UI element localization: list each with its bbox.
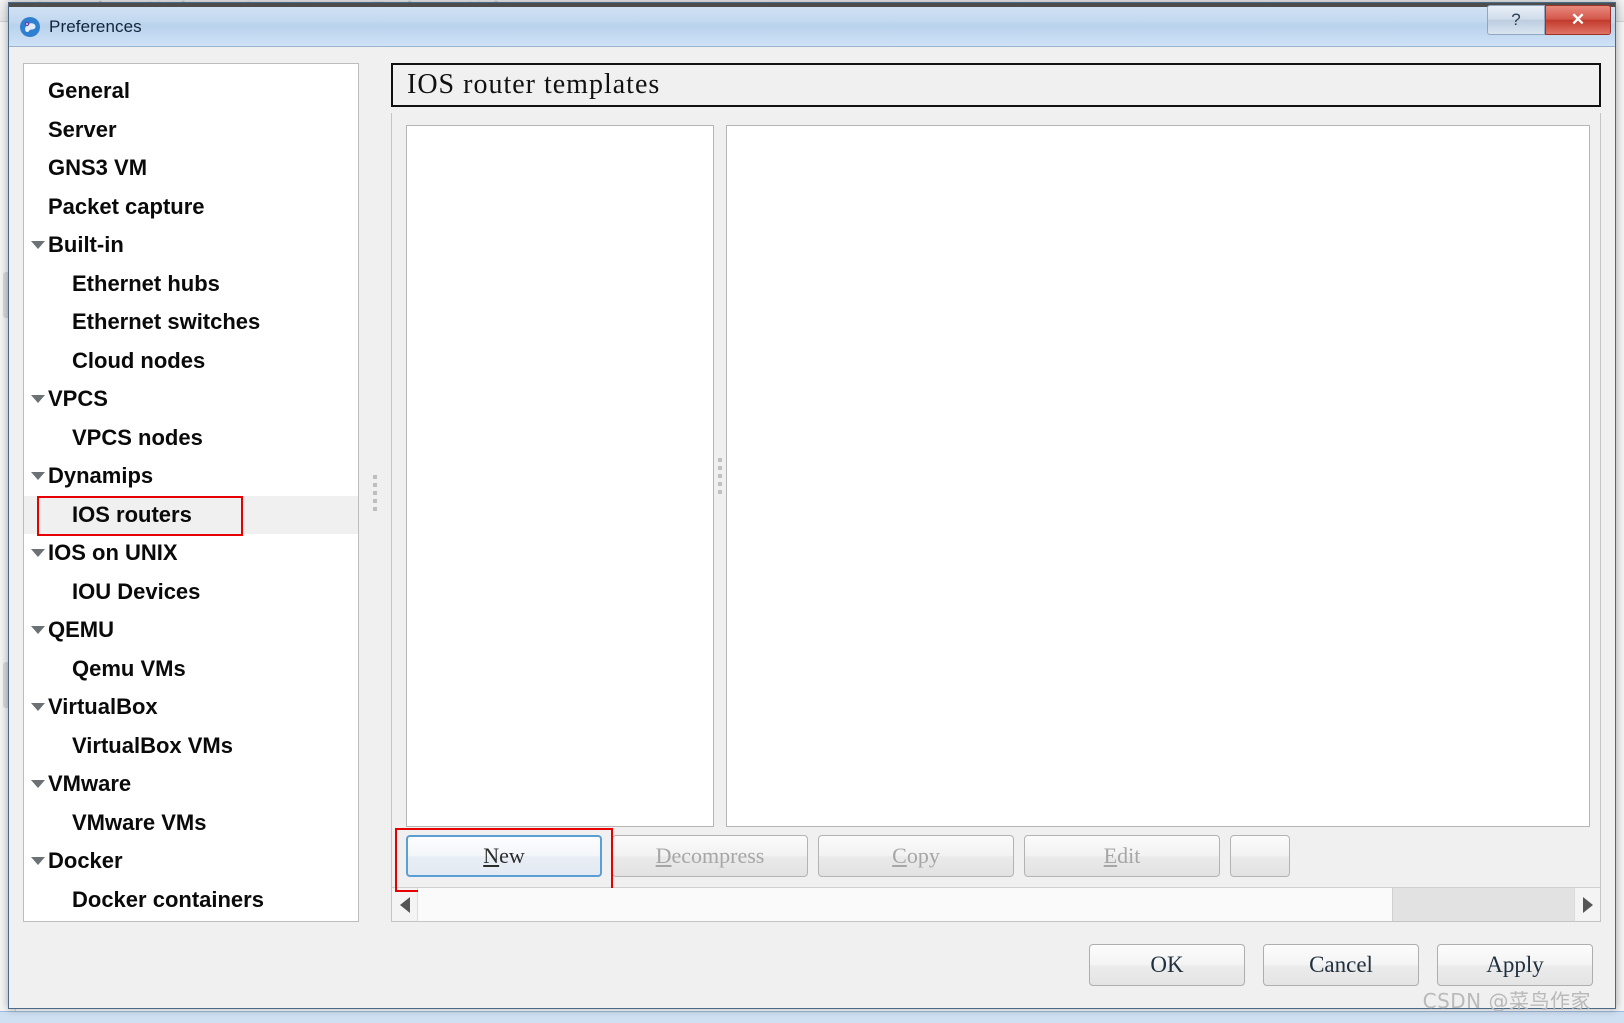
- preferences-category-tree[interactable]: General Server GNS3 VM Packet capture Built-…: [23, 63, 359, 922]
- scroll-left-button[interactable]: [392, 888, 418, 921]
- splitter-grip-icon: [373, 474, 377, 511]
- chevron-down-icon[interactable]: [28, 703, 48, 712]
- window-controls: ? ✕: [1487, 5, 1611, 35]
- button-label: Decompress: [655, 843, 765, 868]
- sidebar-item-label: Built-in: [48, 232, 124, 258]
- splitter-grip-icon: [718, 458, 722, 494]
- ok-button[interactable]: OK: [1089, 944, 1245, 986]
- main-panel: IOS router templates New Decompress Copy: [391, 63, 1601, 922]
- sidebar-item-docker-containers[interactable]: Docker containers: [24, 881, 358, 920]
- edit-button[interactable]: Edit: [1024, 835, 1220, 877]
- sidebar-splitter[interactable]: [369, 63, 381, 922]
- sidebar-item-vmware-vms[interactable]: VMware VMs: [24, 804, 358, 843]
- sidebar-item-label: GNS3 VM: [48, 155, 148, 181]
- sidebar-item-packet-capture[interactable]: Packet capture: [24, 188, 358, 227]
- panes-splitter[interactable]: [714, 125, 726, 827]
- sidebar-item-vpcs-nodes[interactable]: VPCS nodes: [24, 419, 358, 458]
- sidebar-item-label: VMware: [48, 771, 132, 797]
- sidebar-item-built-in[interactable]: Built-in: [24, 226, 358, 265]
- page-title: IOS router templates: [391, 63, 1601, 107]
- sidebar-item-label: Cloud nodes: [72, 347, 206, 373]
- sidebar-item-dynamips[interactable]: Dynamips: [24, 457, 358, 496]
- arrow-right-icon: [1582, 896, 1593, 913]
- sidebar-item-gns3-vm[interactable]: GNS3 VM: [24, 149, 358, 188]
- sidebar-item-label: VPCS: [48, 386, 108, 412]
- chevron-down-icon[interactable]: [28, 857, 48, 866]
- decompress-button[interactable]: Decompress: [612, 835, 808, 877]
- sidebar-item-label: VirtualBox: [48, 694, 158, 720]
- template-details-right[interactable]: [726, 125, 1590, 827]
- sidebar-item-label: Ethernet switches: [72, 309, 261, 335]
- button-label: Copy: [892, 843, 940, 868]
- scrollbar-track[interactable]: [418, 888, 1574, 921]
- sidebar-item-virtualbox[interactable]: VirtualBox: [24, 688, 358, 727]
- sidebar-item-qemu-vms[interactable]: Qemu VMs: [24, 650, 358, 689]
- chevron-down-icon[interactable]: [28, 241, 48, 250]
- chevron-down-icon[interactable]: [28, 395, 48, 404]
- sidebar-item-label: Qemu VMs: [72, 655, 186, 681]
- button-label: New: [483, 843, 525, 868]
- apply-button[interactable]: Apply: [1437, 944, 1593, 986]
- templates-panel: New Decompress Copy Edit: [391, 113, 1601, 922]
- sidebar-item-label: Packet capture: [48, 193, 205, 219]
- sidebar-item-label: VirtualBox VMs: [72, 732, 233, 758]
- dialog-footer: OK Cancel Apply CSDN @菜鸟作家: [9, 922, 1615, 1013]
- sidebar-item-label: IOU Devices: [72, 578, 201, 604]
- dialog-title: Preferences: [49, 16, 142, 36]
- sidebar-item-label: QEMU: [48, 617, 114, 643]
- preferences-dialog: Preferences ? ✕ General Server GNS3 VM Pack…: [8, 2, 1616, 1013]
- templates-panes: [392, 113, 1600, 827]
- sidebar-item-label: Dynamips: [48, 463, 154, 489]
- sidebar-item-cloud-nodes[interactable]: Cloud nodes: [24, 342, 358, 381]
- chevron-down-icon[interactable]: [28, 472, 48, 481]
- chevron-down-icon[interactable]: [28, 780, 48, 789]
- sidebar-item-label: IOS on UNIX: [48, 540, 178, 566]
- sidebar-item-ethernet-switches[interactable]: Ethernet switches: [24, 303, 358, 342]
- sidebar-item-label: VMware VMs: [72, 809, 207, 835]
- dialog-body: General Server GNS3 VM Packet capture Built-…: [9, 47, 1615, 922]
- sidebar-item-docker[interactable]: Docker: [24, 842, 358, 881]
- sidebar-item-label: Docker: [48, 848, 123, 874]
- sidebar-item-general[interactable]: General: [24, 72, 358, 111]
- sidebar-item-ios-routers[interactable]: IOS routers: [24, 495, 358, 534]
- scrollbar-thumb[interactable]: [1392, 888, 1574, 921]
- cancel-button[interactable]: Cancel: [1263, 944, 1419, 986]
- scroll-right-button[interactable]: [1574, 888, 1600, 921]
- sidebar-item-iou-devices[interactable]: IOU Devices: [24, 573, 358, 612]
- sidebar-item-vmware[interactable]: VMware: [24, 765, 358, 804]
- horizontal-scrollbar[interactable]: [392, 887, 1600, 921]
- sidebar-item-label: IOS routers: [72, 501, 192, 527]
- copy-button[interactable]: Copy: [818, 835, 1014, 877]
- sidebar-item-vpcs[interactable]: VPCS: [24, 380, 358, 419]
- chevron-down-icon[interactable]: [28, 626, 48, 635]
- sidebar-item-label: Ethernet hubs: [72, 270, 220, 296]
- sidebar-item-virtualbox-vms[interactable]: VirtualBox VMs: [24, 727, 358, 766]
- close-button[interactable]: ✕: [1545, 5, 1611, 35]
- sidebar-item-label: General: [48, 78, 130, 104]
- sidebar-item-label: VPCS nodes: [72, 424, 203, 450]
- sidebar-item-label: Server: [48, 116, 117, 142]
- sidebar-item-ethernet-hubs[interactable]: Ethernet hubs: [24, 265, 358, 304]
- help-button[interactable]: ?: [1487, 5, 1545, 35]
- watermark-text: CSDN @菜鸟作家: [1422, 989, 1591, 1013]
- overflow-button[interactable]: [1230, 835, 1290, 877]
- sidebar-item-label: Docker containers: [72, 886, 264, 912]
- arrow-left-icon: [399, 896, 410, 913]
- new-button[interactable]: New: [406, 835, 602, 877]
- dialog-title-bar: Preferences ? ✕: [9, 3, 1615, 47]
- button-label: Edit: [1103, 843, 1141, 868]
- gns3-chameleon-icon: [19, 16, 41, 38]
- template-list-left[interactable]: [406, 125, 714, 827]
- template-action-buttons: New Decompress Copy Edit: [392, 827, 1600, 892]
- sidebar-item-ios-on-unix[interactable]: IOS on UNIX: [24, 534, 358, 573]
- chevron-down-icon[interactable]: [28, 549, 48, 558]
- sidebar-item-server[interactable]: Server: [24, 111, 358, 150]
- sidebar-item-qemu[interactable]: QEMU: [24, 611, 358, 650]
- background-status-bar: [0, 1011, 1624, 1023]
